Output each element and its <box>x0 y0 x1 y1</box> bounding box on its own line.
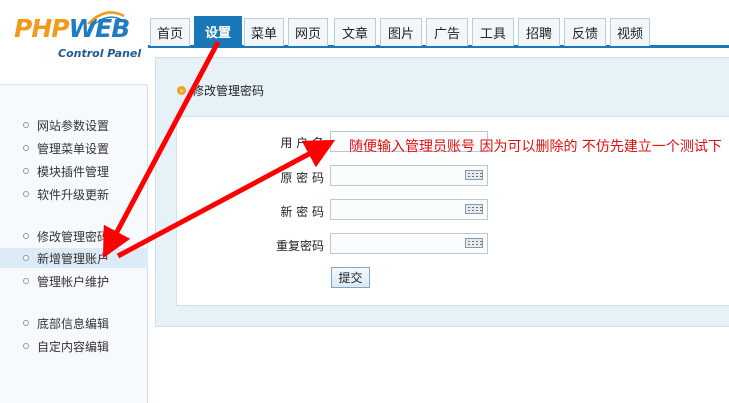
bullet-icon <box>23 145 29 151</box>
section-title: » 修改管理密码 <box>177 82 264 99</box>
sidebar-item-label: 管理菜单设置 <box>37 141 110 156</box>
sidebar-item-label: 网站参数设置 <box>37 118 110 133</box>
submit-button[interactable]: 提交 <box>331 267 370 288</box>
sidebar-item-label: 新增管理账户 <box>37 251 110 266</box>
bullet-icon: » <box>177 86 186 95</box>
bullet-icon <box>23 233 29 239</box>
keyboard-icon[interactable] <box>465 170 483 180</box>
tab-webpage[interactable]: 网页 <box>288 18 328 46</box>
logo: PHPWEB Control Panel <box>0 0 148 84</box>
sidebar-item-label: 模块插件管理 <box>37 164 110 179</box>
sidebar-item-menu-settings[interactable]: 管理菜单设置 <box>0 138 148 158</box>
tab-feedback[interactable]: 反馈 <box>564 18 606 46</box>
bullet-icon <box>23 255 29 261</box>
annotation-text: 随便输入管理员账号 因为可以删除的 不仿先建立一个测试下 <box>349 139 722 155</box>
tab-article[interactable]: 文章 <box>334 18 376 46</box>
bullet-icon <box>23 122 29 128</box>
bullet-icon <box>23 168 29 174</box>
bullet-icon <box>23 278 29 284</box>
tab-video[interactable]: 视频 <box>610 18 650 46</box>
sidebar-item-label: 软件升级更新 <box>37 187 110 202</box>
new-password-label: 新 密 码 <box>280 205 324 219</box>
sidebar-item-change-password[interactable]: 修改管理密码 <box>0 226 148 246</box>
bullet-icon <box>23 191 29 197</box>
tab-recruit[interactable]: 招聘 <box>518 18 560 46</box>
keyboard-icon[interactable] <box>465 238 483 248</box>
logo-subtitle: Control Panel <box>58 47 142 60</box>
bullet-icon <box>23 343 29 349</box>
username-label: 用 户 名 <box>280 136 324 150</box>
sidebar-item-upgrade[interactable]: 软件升级更新 <box>0 184 148 204</box>
sidebar-item-manage-accounts[interactable]: 管理帐户维护 <box>0 271 148 291</box>
tab-home[interactable]: 首页 <box>150 18 190 46</box>
logo-swoosh-icon <box>87 11 125 27</box>
tab-tools[interactable]: 工具 <box>472 18 514 46</box>
bullet-icon <box>23 320 29 326</box>
keyboard-icon[interactable] <box>465 204 483 214</box>
sidebar-item-plugins[interactable]: 模块插件管理 <box>0 161 148 181</box>
tab-settings[interactable]: 设置 <box>194 16 242 46</box>
confirm-password-label: 重复密码 <box>275 239 324 253</box>
sidebar-item-label: 管理帐户维护 <box>37 274 110 289</box>
old-password-label: 原 密 码 <box>280 171 324 185</box>
sidebar-item-site-params[interactable]: 网站参数设置 <box>0 115 148 135</box>
tab-image[interactable]: 图片 <box>380 18 422 46</box>
top-nav: 首页 设置 菜单 网页 文章 图片 广告 工具 招聘 反馈 视频 <box>148 0 729 48</box>
sidebar-item-footer-info[interactable]: 底部信息编辑 <box>0 313 148 333</box>
sidebar-item-label: 底部信息编辑 <box>37 316 110 331</box>
tab-ads[interactable]: 广告 <box>426 18 468 46</box>
control-panel: PHPWEB Control Panel 首页 设置 菜单 网页 文章 图片 广… <box>0 0 729 403</box>
sidebar-item-label: 自定内容编辑 <box>37 339 110 354</box>
sidebar-item-custom-content[interactable]: 自定内容编辑 <box>0 336 148 356</box>
sidebar-item-label: 修改管理密码 <box>37 229 110 244</box>
tab-menu[interactable]: 菜单 <box>244 18 284 46</box>
nav-bar: 首页 设置 菜单 网页 文章 图片 广告 工具 招聘 反馈 视频 <box>148 16 729 48</box>
sidebar-item-add-admin[interactable]: 新增管理账户 <box>0 248 148 268</box>
